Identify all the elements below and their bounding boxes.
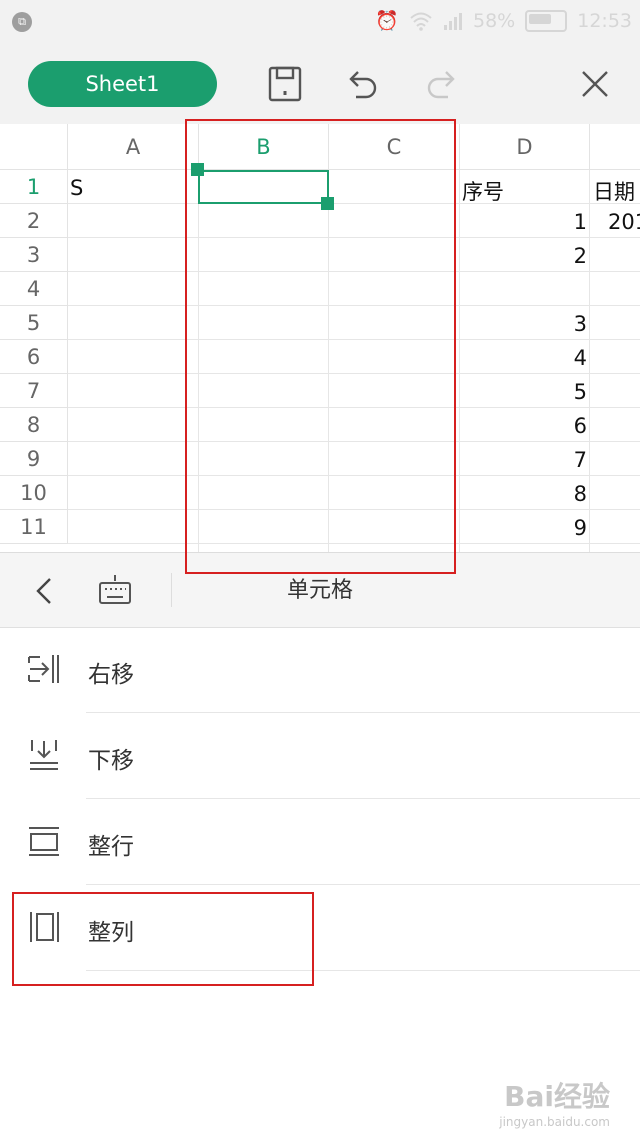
entire-row-icon xyxy=(29,827,59,856)
cell-d11[interactable]: 9 xyxy=(574,516,587,540)
sheet-tab[interactable]: Sheet1 xyxy=(28,61,217,107)
shift-down-icon xyxy=(30,740,58,770)
grid-line xyxy=(459,170,460,554)
screenshot-icon: ⧉ xyxy=(12,12,32,32)
col-header-e[interactable] xyxy=(590,124,640,170)
corner-cell[interactable] xyxy=(0,124,68,170)
shift-right-icon xyxy=(28,655,59,683)
menu-item-label: 右移 xyxy=(88,662,134,688)
cell-d7[interactable]: 5 xyxy=(574,380,587,404)
row-header-5[interactable]: 5 xyxy=(0,306,68,340)
top-toolbar: Sheet1 xyxy=(0,44,640,124)
cell-d10[interactable]: 8 xyxy=(574,482,587,506)
signal-icon xyxy=(444,12,462,30)
menu-item-entire-row[interactable]: 整行 xyxy=(0,799,640,885)
undo-icon[interactable] xyxy=(342,64,382,104)
cell-a1[interactable]: S xyxy=(70,176,83,200)
watermark-logo: Bai经验 jingyan.baidu.com xyxy=(499,1075,610,1129)
cell-d1[interactable]: 序号 xyxy=(462,176,504,206)
cell-d6[interactable]: 4 xyxy=(574,346,587,370)
row-header-10[interactable]: 10 xyxy=(0,476,68,510)
menu-item-label: 整行 xyxy=(88,834,134,860)
close-icon[interactable] xyxy=(575,64,615,104)
cell-d2[interactable]: 1 xyxy=(574,210,587,234)
clock: 12:53 xyxy=(577,9,632,32)
cell-d3[interactable]: 2 xyxy=(574,244,587,268)
watermark-url: jingyan.baidu.com xyxy=(499,1115,610,1129)
cell-panel: 单元格 右移 下移 整行 整列 Bai经验 jingyan.baidu.com xyxy=(0,552,640,1139)
battery-percent: 58% xyxy=(473,9,516,32)
col-header-a[interactable]: A xyxy=(68,124,199,170)
status-bar: ⧉ ⏰ 58% 12:53 xyxy=(0,0,640,44)
row-header-2[interactable]: 2 xyxy=(0,204,68,238)
grid-line xyxy=(589,170,590,554)
row-header-8[interactable]: 8 xyxy=(0,408,68,442)
row-header-7[interactable]: 7 xyxy=(0,374,68,408)
status-icons: ⏰ 58% 12:53 xyxy=(375,9,632,32)
cell-d8[interactable]: 6 xyxy=(574,414,587,438)
highlight-entire-column-option xyxy=(12,892,314,986)
redo-icon[interactable] xyxy=(422,64,462,104)
row-header-1[interactable]: 1 xyxy=(0,170,68,204)
alarm-icon: ⏰ xyxy=(375,10,399,32)
row-header-9[interactable]: 9 xyxy=(0,442,68,476)
menu-item-shift-down[interactable]: 下移 xyxy=(0,713,640,799)
row-header-11[interactable]: 11 xyxy=(0,510,68,544)
menu-item-label: 下移 xyxy=(88,748,134,774)
highlight-columns-b-c xyxy=(185,119,456,574)
col-header-d[interactable]: D xyxy=(460,124,590,170)
battery-icon xyxy=(525,9,568,32)
row-header-6[interactable]: 6 xyxy=(0,340,68,374)
menu-item-shift-right[interactable]: 右移 xyxy=(0,627,640,713)
cell-d5[interactable]: 3 xyxy=(574,312,587,336)
row-header-4[interactable]: 4 xyxy=(0,272,68,306)
wifi-icon xyxy=(410,12,432,31)
save-icon[interactable] xyxy=(265,64,305,104)
watermark-brand: Bai经验 xyxy=(504,1080,610,1113)
row-header-3[interactable]: 3 xyxy=(0,238,68,272)
cell-e2[interactable]: 201 xyxy=(608,210,640,234)
cell-d9[interactable]: 7 xyxy=(574,448,587,472)
cell-e1[interactable]: 日期 xyxy=(593,176,635,206)
